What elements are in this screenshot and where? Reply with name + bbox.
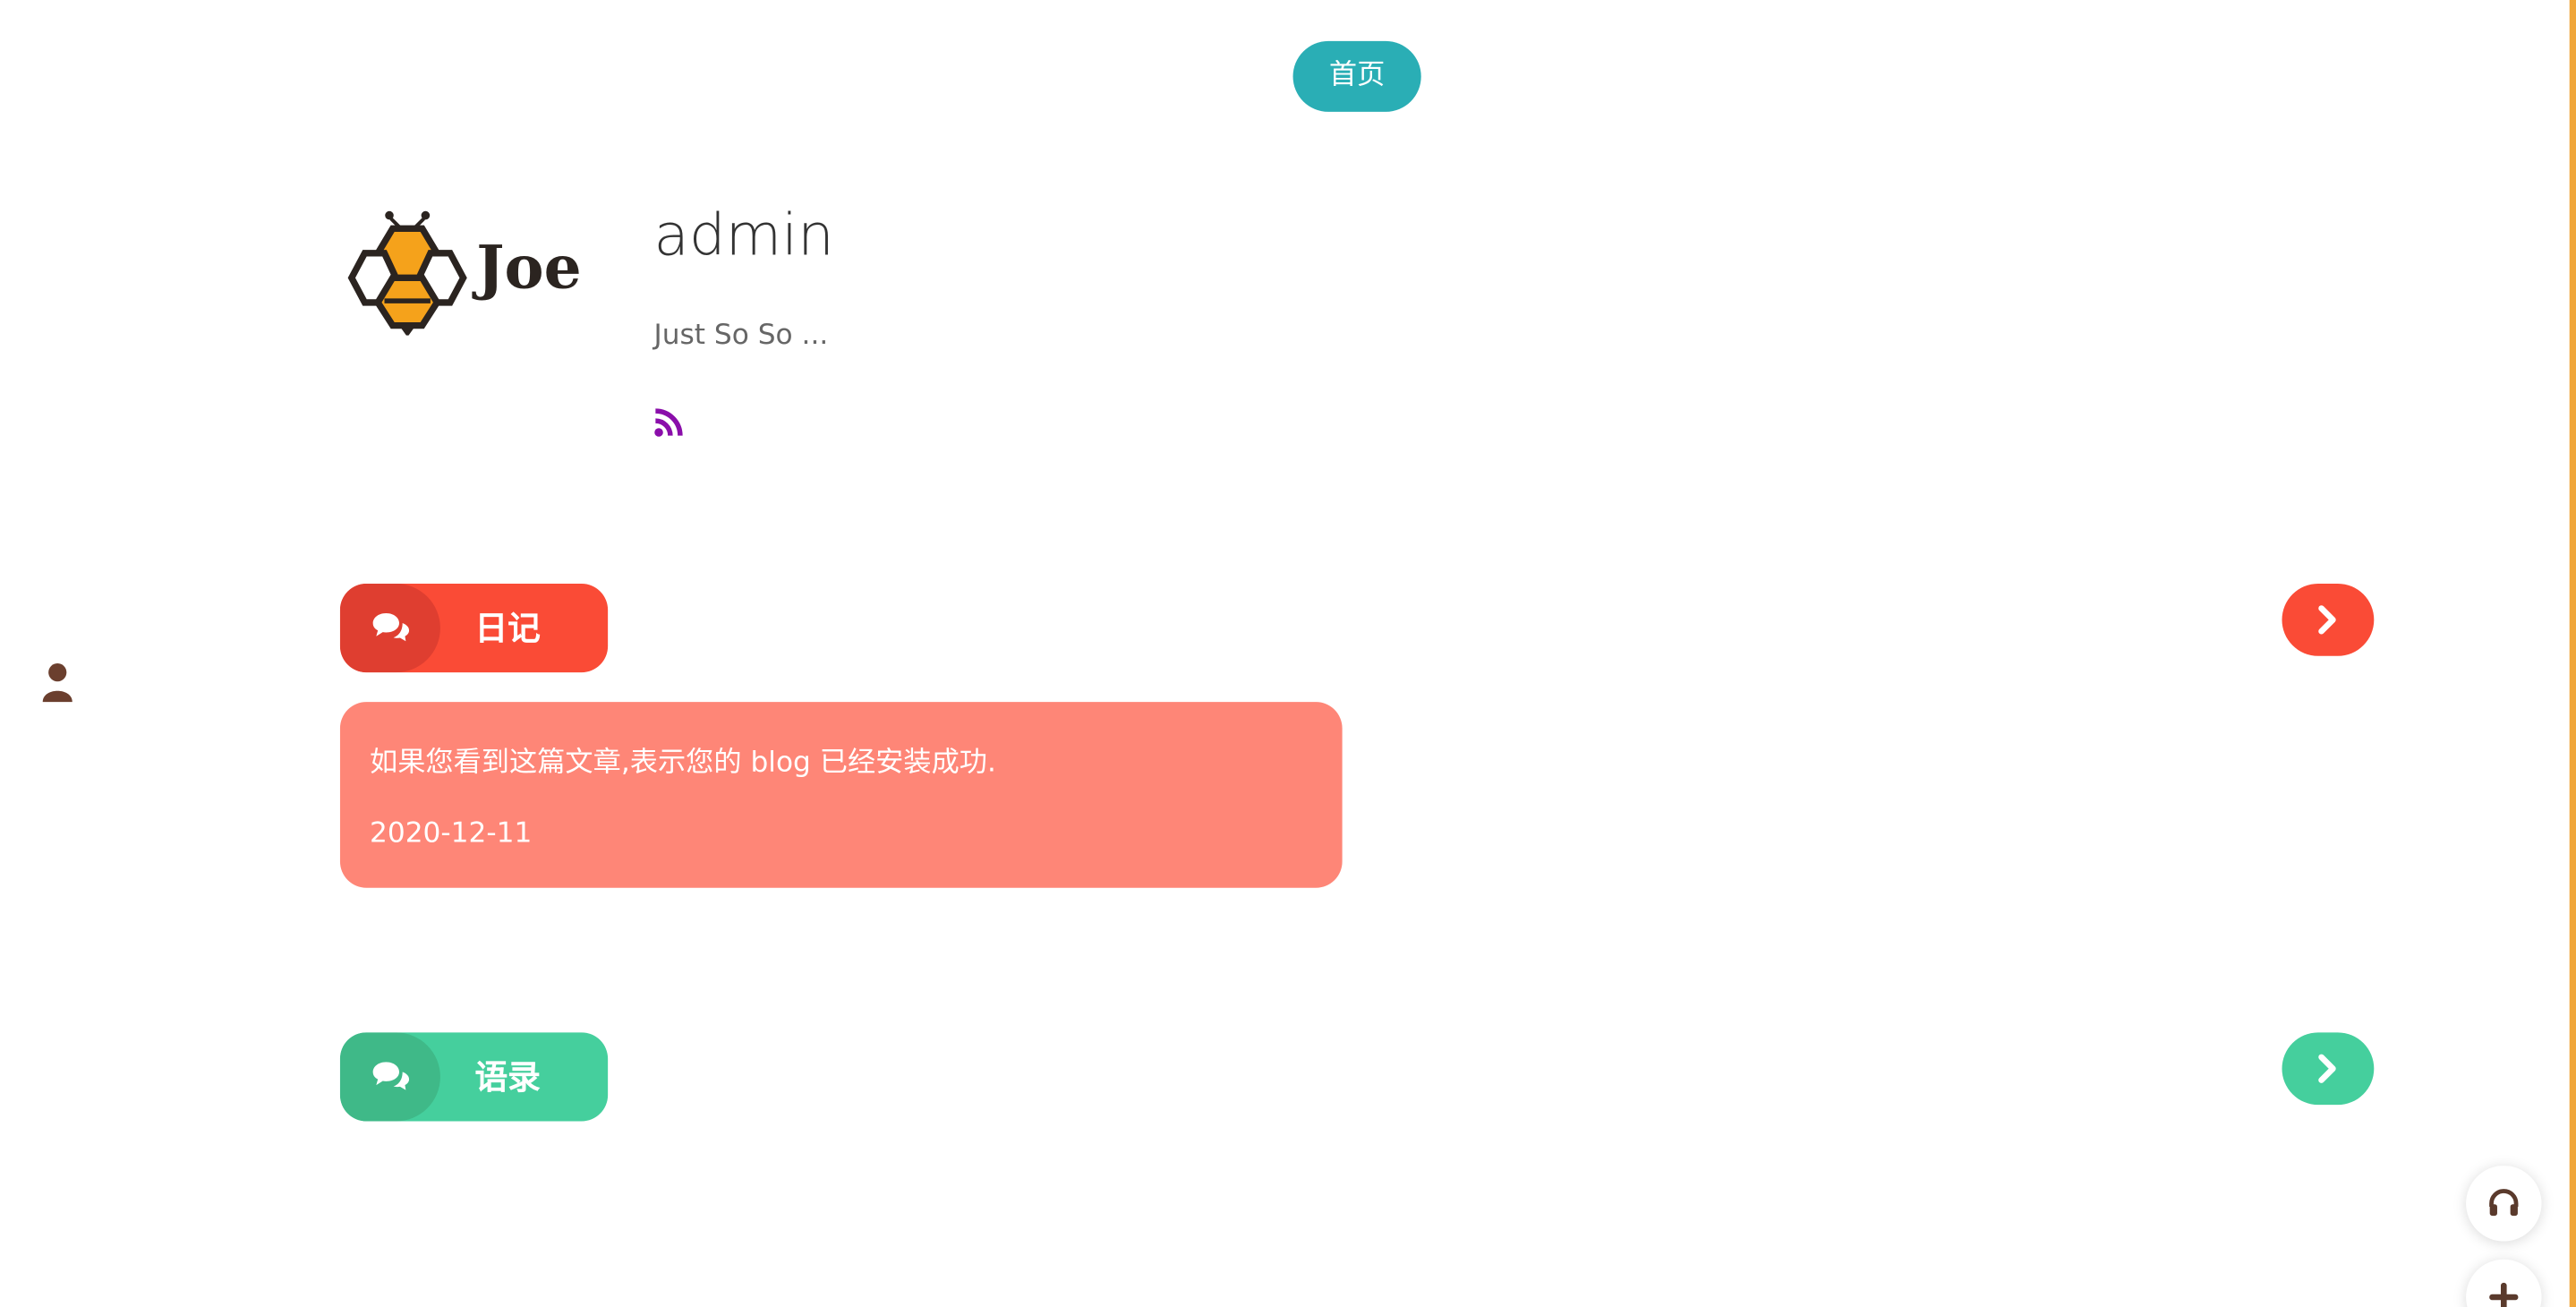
post-title[interactable]: 如果您看到这篇文章,表示您的 blog 已经安装成功. — [370, 739, 996, 780]
diary-more-button[interactable] — [2282, 583, 2375, 656]
comments-icon — [339, 1032, 440, 1122]
comments-icon — [339, 583, 440, 673]
logo-text: Joe — [476, 233, 582, 303]
quotes-more-button[interactable] — [2282, 1032, 2375, 1106]
section-label-diary: 日记 — [474, 608, 541, 648]
page: 首页 Joe admin Just So So ... 日记 如果您看到这篇文章… — [0, 0, 2576, 1307]
expand-actions-button[interactable] — [2466, 1259, 2542, 1307]
music-player-button[interactable] — [2466, 1166, 2542, 1242]
section-tag-quotes[interactable]: 语录 — [339, 1032, 609, 1122]
chevron-right-icon — [2318, 1054, 2336, 1083]
site-logo[interactable]: Joe — [345, 207, 583, 337]
user-icon[interactable] — [39, 661, 75, 704]
post-card[interactable]: 如果您看到这篇文章,表示您的 blog 已经安装成功. 2020-12-11 — [339, 702, 1343, 888]
plus-icon — [2489, 1282, 2519, 1307]
post-date: 2020-12-11 — [369, 816, 533, 850]
author-name: admin — [653, 203, 834, 270]
section-tag-diary[interactable]: 日记 — [339, 583, 609, 673]
rss-icon[interactable] — [654, 407, 684, 437]
scroll-accent-strip — [2569, 0, 2576, 1307]
home-nav-button[interactable]: 首页 — [1292, 40, 1421, 112]
section-label-quotes: 语录 — [474, 1056, 541, 1097]
bee-logo-icon — [347, 210, 467, 337]
headphones-icon — [2489, 1189, 2519, 1217]
author-description: Just So So ... — [653, 319, 829, 353]
chevron-right-icon — [2318, 605, 2336, 635]
